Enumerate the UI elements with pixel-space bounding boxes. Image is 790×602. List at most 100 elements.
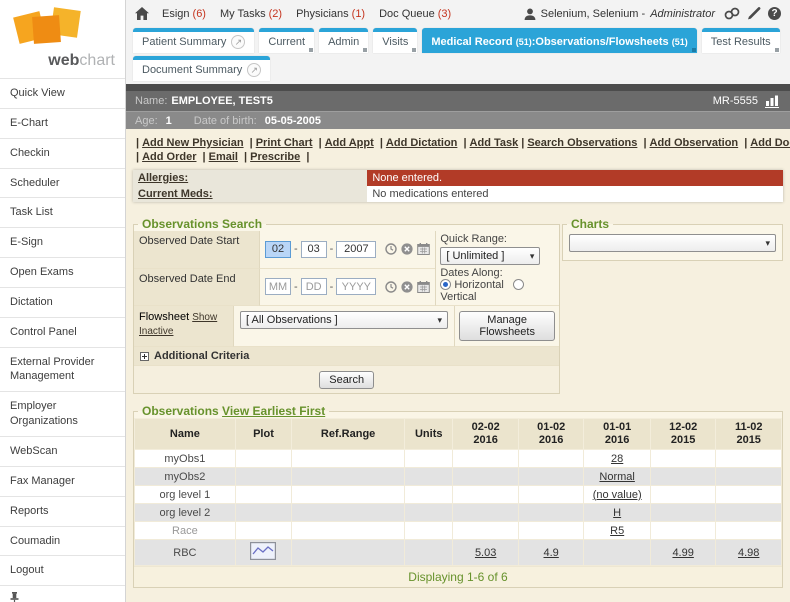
topnav-my-tasks[interactable]: My Tasks (2) bbox=[220, 8, 282, 20]
search-button[interactable]: Search bbox=[319, 371, 374, 389]
allergies-link[interactable]: Allergies: bbox=[138, 172, 188, 184]
additional-criteria-label: Additional Criteria bbox=[154, 350, 249, 362]
sidebar-item-employer-organizations[interactable]: Employer Organizations bbox=[0, 391, 125, 436]
sidebar-item-logout[interactable]: Logout bbox=[0, 555, 125, 585]
link-add-appt[interactable]: Add Appt bbox=[325, 137, 374, 149]
popout-icon[interactable]: ↗ bbox=[231, 35, 245, 49]
calendar-icon[interactable] bbox=[417, 281, 430, 293]
pencil-icon[interactable] bbox=[747, 7, 761, 20]
ref-range-cell bbox=[292, 468, 405, 486]
sparkline-plot-icon[interactable] bbox=[250, 542, 276, 560]
separator: | bbox=[136, 151, 139, 163]
date-end-tools bbox=[385, 281, 430, 293]
sidebar-pin-toggle[interactable] bbox=[0, 585, 125, 602]
topnav-physicians-label: Physicians bbox=[296, 8, 349, 20]
topnav-doc-queue[interactable]: Doc Queue (3) bbox=[379, 8, 451, 20]
link-search-observations[interactable]: Search Observations bbox=[527, 137, 637, 149]
observation-value-link[interactable]: 5.03 bbox=[475, 547, 496, 559]
calendar-icon[interactable] bbox=[417, 243, 430, 255]
additional-criteria-toggle[interactable]: Additional Criteria bbox=[134, 347, 559, 366]
date-start-year-input[interactable] bbox=[336, 241, 376, 258]
tab-corner-mark bbox=[692, 48, 696, 52]
observation-value-link[interactable]: 4.9 bbox=[544, 547, 559, 559]
link-email[interactable]: Email bbox=[209, 151, 238, 163]
sidebar-item-control-panel[interactable]: Control Panel bbox=[0, 317, 125, 347]
chart-tabs: Patient Summary ↗ Current Admin Visits M… bbox=[126, 27, 790, 84]
sidebar-item-quick-view[interactable]: Quick View bbox=[0, 78, 125, 108]
tab-corner-mark bbox=[775, 48, 779, 52]
manage-flowsheets-button[interactable]: Manage Flowsheets bbox=[459, 311, 555, 341]
sidebar-item-checkin[interactable]: Checkin bbox=[0, 138, 125, 168]
observation-value-link[interactable]: 4.98 bbox=[738, 547, 759, 559]
sidebar-item-dictation[interactable]: Dictation bbox=[0, 287, 125, 317]
link-add-dictation[interactable]: Add Dictation bbox=[386, 137, 458, 149]
tab-test-results[interactable]: Test Results bbox=[702, 28, 780, 53]
link-add-observation[interactable]: Add Observation bbox=[650, 137, 739, 149]
popout-icon[interactable]: ↗ bbox=[247, 63, 261, 77]
column-header-plot: Plot bbox=[235, 419, 291, 450]
clock-icon[interactable] bbox=[385, 281, 397, 293]
sidebar-item-fax-manager[interactable]: Fax Manager bbox=[0, 466, 125, 496]
clear-icon[interactable] bbox=[401, 243, 413, 255]
link-print-chart[interactable]: Print Chart bbox=[256, 137, 313, 149]
sidebar-item-webscan[interactable]: WebScan bbox=[0, 436, 125, 466]
date-start-month-input[interactable] bbox=[265, 241, 291, 258]
clear-icon[interactable] bbox=[401, 281, 413, 293]
sidebar-item-reports[interactable]: Reports bbox=[0, 496, 125, 526]
webchart-logo-icon bbox=[8, 6, 115, 52]
observation-value-link[interactable]: H bbox=[613, 507, 621, 519]
topnav-my-tasks-label: My Tasks bbox=[220, 8, 266, 20]
sidebar-item-open-exams[interactable]: Open Exams bbox=[0, 257, 125, 287]
tab-document-summary[interactable]: Document Summary ↗ bbox=[133, 56, 270, 81]
charts-select[interactable]: ▾ bbox=[569, 234, 776, 252]
sidebar-item-e-sign[interactable]: E-Sign bbox=[0, 227, 125, 257]
action-links-left: |Add New Physician |Print Chart |Add App… bbox=[133, 137, 518, 149]
quick-range-select[interactable]: [ Unlimited ] ▾ bbox=[440, 247, 540, 265]
sidebar-item-coumadin[interactable]: Coumadin bbox=[0, 526, 125, 556]
sidebar-item-e-chart[interactable]: E-Chart bbox=[0, 108, 125, 138]
link-add-task[interactable]: Add Task bbox=[470, 137, 519, 149]
flowsheet-select[interactable]: [ All Observations ] ▾ bbox=[240, 311, 448, 329]
tab-admin[interactable]: Admin bbox=[319, 28, 368, 53]
observation-value-link[interactable]: 28 bbox=[611, 453, 623, 465]
home-icon[interactable] bbox=[135, 7, 149, 20]
radio-horizontal[interactable]: Horizontal bbox=[440, 279, 504, 291]
observation-value-link[interactable]: 4.99 bbox=[672, 547, 693, 559]
link-icon[interactable] bbox=[724, 7, 740, 20]
topnav-physicians-count: (1) bbox=[352, 8, 365, 20]
observation-name: RBC bbox=[135, 540, 236, 566]
date-end-fields: - - bbox=[260, 269, 435, 307]
topnav-esign[interactable]: Esign (6) bbox=[162, 8, 206, 20]
date-end-day-input[interactable] bbox=[301, 278, 327, 295]
sidebar-item-task-list[interactable]: Task List bbox=[0, 197, 125, 227]
tab-visits[interactable]: Visits bbox=[373, 28, 417, 53]
link-add-new-physician[interactable]: Add New Physician bbox=[142, 137, 243, 149]
tab-patient-summary[interactable]: Patient Summary ↗ bbox=[133, 28, 254, 53]
observation-value-link[interactable]: (no value) bbox=[593, 489, 642, 501]
separator: | bbox=[203, 151, 206, 163]
sidebar-item-scheduler[interactable]: Scheduler bbox=[0, 168, 125, 198]
topnav-physicians[interactable]: Physicians (1) bbox=[296, 8, 365, 20]
pin-icon bbox=[10, 592, 115, 602]
bar-chart-icon[interactable] bbox=[765, 95, 781, 108]
date-start-fields: - - bbox=[260, 231, 435, 269]
date-end-year-input[interactable] bbox=[336, 278, 376, 295]
tab-label: Admin bbox=[328, 36, 359, 48]
observation-value-link[interactable]: Normal bbox=[599, 471, 634, 483]
link-prescribe[interactable]: Prescribe bbox=[250, 151, 300, 163]
help-icon[interactable]: ? bbox=[768, 7, 781, 20]
clock-icon[interactable] bbox=[385, 243, 397, 255]
date-end-month-input[interactable] bbox=[265, 278, 291, 295]
observation-value-link[interactable]: R5 bbox=[610, 525, 624, 537]
link-add-order[interactable]: Add Order bbox=[142, 151, 196, 163]
current-meds-link[interactable]: Current Meds: bbox=[138, 188, 213, 200]
column-header-date: 01-012016 bbox=[584, 419, 651, 450]
date-start-day-input[interactable] bbox=[301, 241, 327, 258]
link-add-document[interactable]: Add Document bbox=[750, 137, 790, 149]
view-earliest-first-link[interactable]: View Earliest First bbox=[222, 404, 325, 418]
user-role: Administrator bbox=[650, 8, 715, 20]
sidebar-item-external-provider-management[interactable]: External Provider Management bbox=[0, 347, 125, 392]
tab-current[interactable]: Current bbox=[259, 28, 314, 53]
help-glyph: ? bbox=[768, 7, 781, 20]
tab-medical-record-observations[interactable]: Medical Record (51):Observations/Flowshe… bbox=[422, 28, 696, 53]
